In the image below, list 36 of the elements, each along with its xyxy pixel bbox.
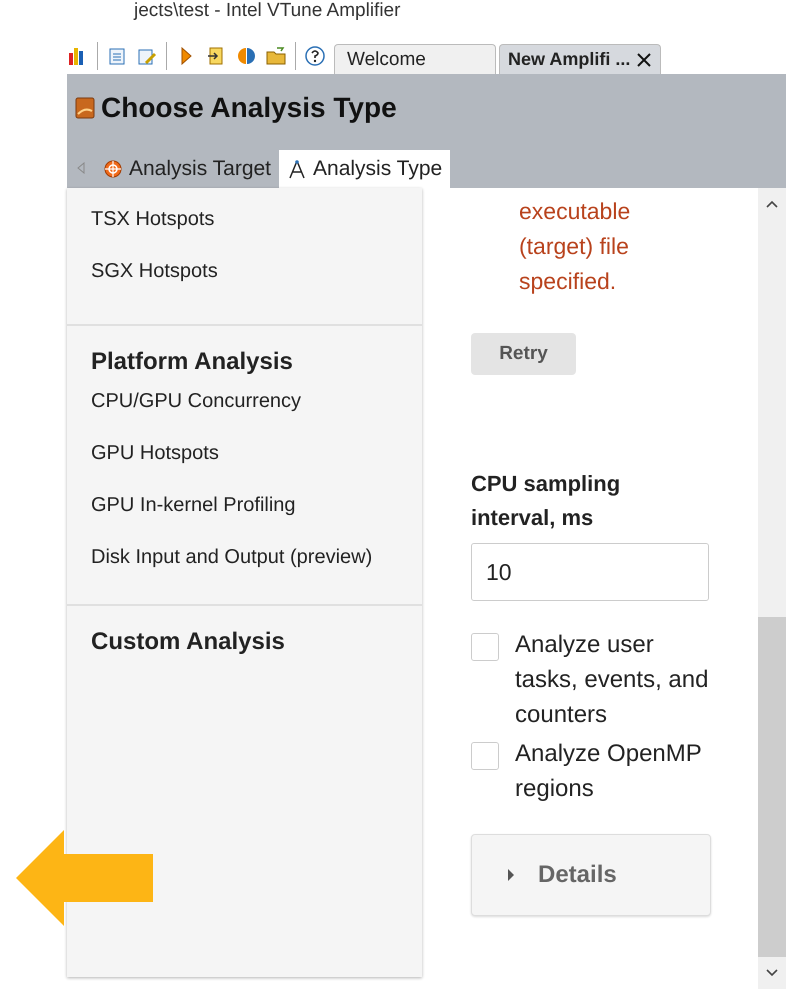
analysis-item[interactable]: GPU Hotspots [91, 436, 422, 488]
section-heading: Platform Analysis [91, 348, 294, 376]
target-icon [103, 159, 123, 179]
page-title: Choose Analysis Type [101, 92, 397, 124]
analysis-item[interactable]: Disk Input and Output (preview) [91, 540, 422, 592]
details-label: Details [538, 861, 617, 889]
app-icon [75, 97, 95, 119]
retry-button[interactable]: Retry [471, 333, 576, 375]
arrow-icon [16, 830, 154, 926]
help-icon[interactable] [304, 45, 326, 67]
checkbox-label: Analyze user tasks, events, and counters [515, 630, 710, 730]
editor-tab[interactable]: New Amplifi ... [499, 44, 662, 74]
analysis-item[interactable]: TSX Hotspots [91, 202, 422, 254]
checkbox[interactable] [471, 742, 499, 770]
breadcrumb-tab[interactable]: Analysis Type [279, 150, 450, 188]
section-heading: Custom Analysis [91, 628, 286, 656]
checkbox-label: Analyze OpenMP regions [515, 739, 702, 804]
error-message: executable (target) file specified. [519, 197, 632, 296]
interval-field[interactable]: 10 [471, 543, 709, 601]
compare-icon[interactable] [235, 45, 257, 67]
details-expander[interactable]: Details [471, 834, 711, 916]
editor-tab[interactable]: Welcome [334, 44, 496, 74]
close-icon[interactable] [636, 52, 652, 68]
scrollbar[interactable] [758, 188, 786, 989]
analysis-item[interactable]: SGX Hotspots [91, 254, 422, 306]
window-title: jects\test - Intel VTune Amplifier [132, 0, 402, 23]
scroll-up-icon[interactable] [766, 200, 778, 208]
folder-icon[interactable] [265, 45, 287, 67]
checkbox[interactable] [471, 633, 499, 661]
field-label: CPU sampling interval, ms [471, 470, 622, 532]
caret-right-icon [506, 868, 516, 882]
breadcrumb-tab[interactable]: Analysis Target [95, 150, 280, 188]
scroll-down-icon[interactable] [766, 969, 778, 977]
compass-icon [287, 159, 308, 179]
analysis-item[interactable]: CPU/GPU Concurrency [91, 384, 422, 436]
analysis-item[interactable]: GPU In-kernel Profiling [91, 488, 422, 540]
